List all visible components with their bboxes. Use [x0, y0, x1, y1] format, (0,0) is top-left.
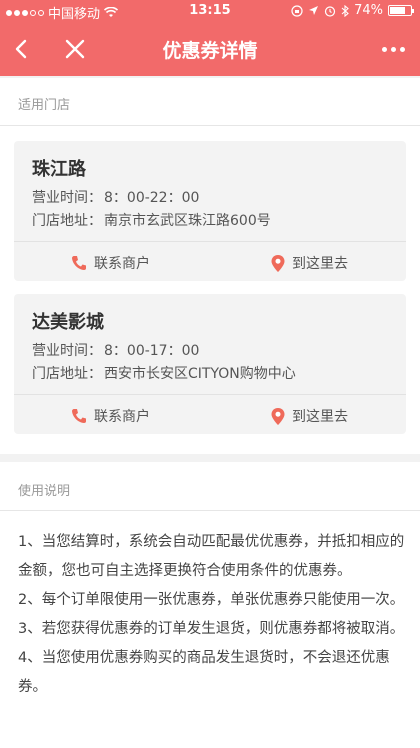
more-button[interactable] [378, 36, 408, 62]
navigate-here-label: 到这里去 [292, 409, 348, 425]
battery-percent: 74% [354, 3, 383, 18]
store-address-value: 西安市长安区CITYON购物中心 [104, 366, 296, 382]
alarm-icon [324, 5, 336, 17]
store-hours-value: 8：00-17：00 [104, 343, 200, 359]
page-title: 优惠券详情 [162, 40, 258, 62]
usage-rule: 1、当您结算时，系统会自动匹配最优优惠券，并抵扣相应的金额，您也可自主选择更换符… [18, 534, 405, 579]
usage-rules: 1、当您结算时，系统会自动匹配最优优惠券，并抵扣相应的金额，您也可自主选择更换符… [18, 528, 406, 702]
store-address-label: 门店地址： [32, 366, 102, 382]
store-hours-label: 营业时间： [32, 190, 102, 206]
section-divider [0, 510, 420, 511]
store-address: 门店地址： 南京市玄武区珠江路600号 [32, 210, 271, 230]
store-hours: 营业时间： 8：00-17：00 [32, 340, 199, 360]
bluetooth-icon [341, 4, 349, 17]
contact-merchant-button[interactable]: 联系商户 [70, 406, 150, 426]
battery-level [390, 7, 405, 14]
more-dot-icon [381, 46, 387, 52]
store-address: 门店地址： 西安市长安区CITYON购物中心 [32, 363, 296, 383]
store-card: 达美影城 营业时间： 8：00-17：00 门店地址： 西安市长安区CITYON购物… [14, 294, 406, 434]
contact-merchant-button[interactable]: 联系商户 [70, 253, 150, 273]
location-arrow-icon [309, 6, 319, 15]
navigate-here-button[interactable]: 到这里去 [270, 253, 348, 273]
store-name: 珠江路 [32, 159, 86, 180]
card-divider [14, 241, 406, 242]
store-hours-label: 营业时间： [32, 343, 102, 359]
store-hours: 营业时间： 8：00-22：00 [32, 187, 199, 207]
phone-icon [72, 409, 86, 423]
usage-rule: 2、每个订单限使用一张优惠券，单张优惠券只能使用一次。 [18, 592, 405, 608]
section-divider [0, 125, 420, 126]
store-hours-value: 8：00-22：00 [104, 190, 200, 206]
usage-rule: 4、当您使用优惠券购买的商品发生退货时，不会退还优惠券。 [18, 650, 390, 695]
section-label: 适用门店 [18, 98, 71, 113]
section-label: 使用说明 [18, 484, 71, 499]
more-dot-icon [390, 46, 396, 52]
location-pin-icon [271, 407, 285, 425]
store-card: 珠江路 营业时间： 8：00-22：00 门店地址： 南京市玄武区珠江路600号 联… [14, 141, 406, 281]
phone-icon [72, 256, 86, 270]
header: 中国移动 13:15 74% 优惠券详情 [0, 0, 420, 76]
location-pin-icon [271, 254, 285, 272]
card-divider [14, 394, 406, 395]
navigation-bar: 优惠券详情 [0, 22, 420, 76]
contact-merchant-label: 联系商户 [94, 256, 150, 272]
navigate-here-label: 到这里去 [292, 256, 348, 272]
store-address-value: 南京市玄武区珠江路600号 [104, 213, 271, 229]
store-name: 达美影城 [32, 312, 104, 333]
usage-rule: 3、若您获得优惠券的订单发生退货，则优惠券都将被取消。 [18, 621, 405, 637]
usage-instructions-section: 使用说明 1、当您结算时，系统会自动匹配最优优惠券，并抵扣相应的金额，您也可自主… [0, 462, 420, 748]
contact-merchant-label: 联系商户 [94, 409, 150, 425]
more-dot-icon [399, 46, 405, 52]
navigate-here-button[interactable]: 到这里去 [270, 406, 348, 426]
status-bar-right: 74% [291, 3, 414, 18]
status-bar: 中国移动 13:15 74% [0, 0, 420, 22]
battery-icon [388, 5, 414, 16]
applicable-stores-section: 适用门店 珠江路 营业时间： 8：00-22：00 门店地址： 南京市玄武区珠江路6… [0, 78, 420, 454]
orientation-lock-icon [291, 4, 303, 17]
store-address-label: 门店地址： [32, 213, 102, 229]
